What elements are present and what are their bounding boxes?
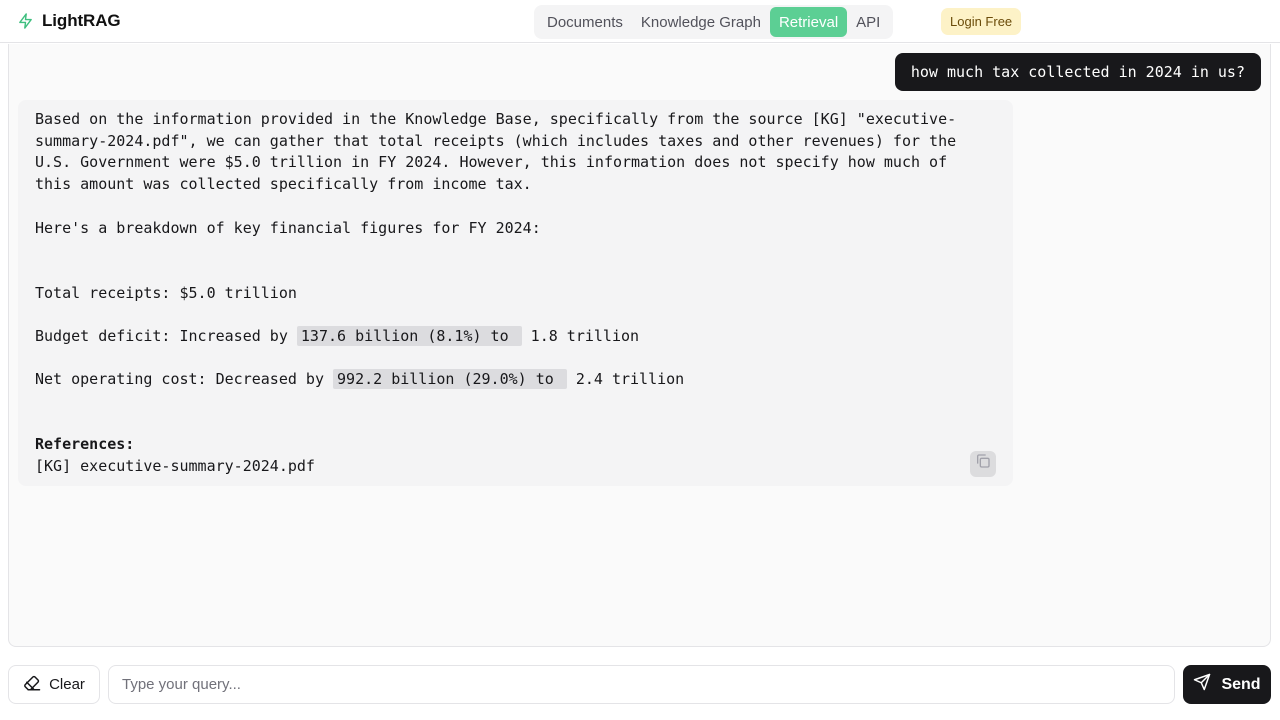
user-message: how much tax collected in 2024 in us? [894, 53, 1261, 91]
lightning-icon [16, 12, 34, 30]
answer-line: U.S. Government were $5.0 trillion in FY… [35, 153, 948, 172]
net-cost-highlight: 992.2 billion (29.0%) to [333, 369, 567, 390]
main-nav-tabs: Documents Knowledge Graph Retrieval API [534, 5, 894, 39]
answer-line: this amount was collected specifically f… [35, 175, 532, 194]
references-heading: References: [35, 435, 135, 454]
app-name: LightRAG [42, 11, 121, 30]
send-button[interactable]: Send [1183, 665, 1271, 704]
breakdown-intro: Here's a breakdown of key financial figu… [35, 218, 541, 237]
tab-api[interactable]: API [847, 7, 889, 37]
login-free-badge[interactable]: Login Free [941, 8, 1022, 35]
deficit-highlight: 137.6 billion (8.1%) to [296, 325, 522, 346]
tab-documents[interactable]: Documents [538, 7, 632, 37]
deficit-suffix: 1.8 trillion [521, 326, 640, 345]
deficit-prefix: Budget deficit: Increased by [35, 326, 297, 345]
copy-icon [975, 453, 991, 476]
query-input[interactable] [108, 665, 1175, 704]
tab-knowledge-graph[interactable]: Knowledge Graph [632, 7, 770, 37]
app-logo[interactable]: LightRAG [16, 10, 121, 32]
chat-panel: how much tax collected in 2024 in us? Ba… [8, 44, 1271, 647]
total-receipts-line: Total receipts: $5.0 trillion [35, 283, 297, 302]
answer-line: summary-2024.pdf", we can gather that to… [35, 131, 957, 150]
reference-item: [KG] executive-summary-2024.pdf [35, 457, 315, 476]
net-cost-suffix: 2.4 trillion [566, 370, 685, 389]
top-header: LightRAG Documents Knowledge Graph Retri… [0, 0, 1280, 43]
tab-retrieval[interactable]: Retrieval [769, 7, 848, 37]
send-label: Send [1221, 675, 1261, 693]
net-operating-cost-line: Net operating cost: Decreased by 992.2 b… [35, 369, 996, 391]
clear-button[interactable]: Clear [8, 665, 100, 704]
budget-deficit-line: Budget deficit: Increased by 137.6 billi… [35, 325, 996, 348]
clear-label: Clear [49, 676, 85, 693]
eraser-icon [23, 674, 41, 696]
send-icon [1193, 673, 1211, 696]
net-cost-prefix: Net operating cost: Decreased by [35, 370, 334, 389]
answer-line: Based on the information provided in the… [35, 110, 957, 128]
assistant-message: Based on the information provided in the… [18, 100, 1013, 486]
copy-button[interactable] [970, 451, 996, 477]
